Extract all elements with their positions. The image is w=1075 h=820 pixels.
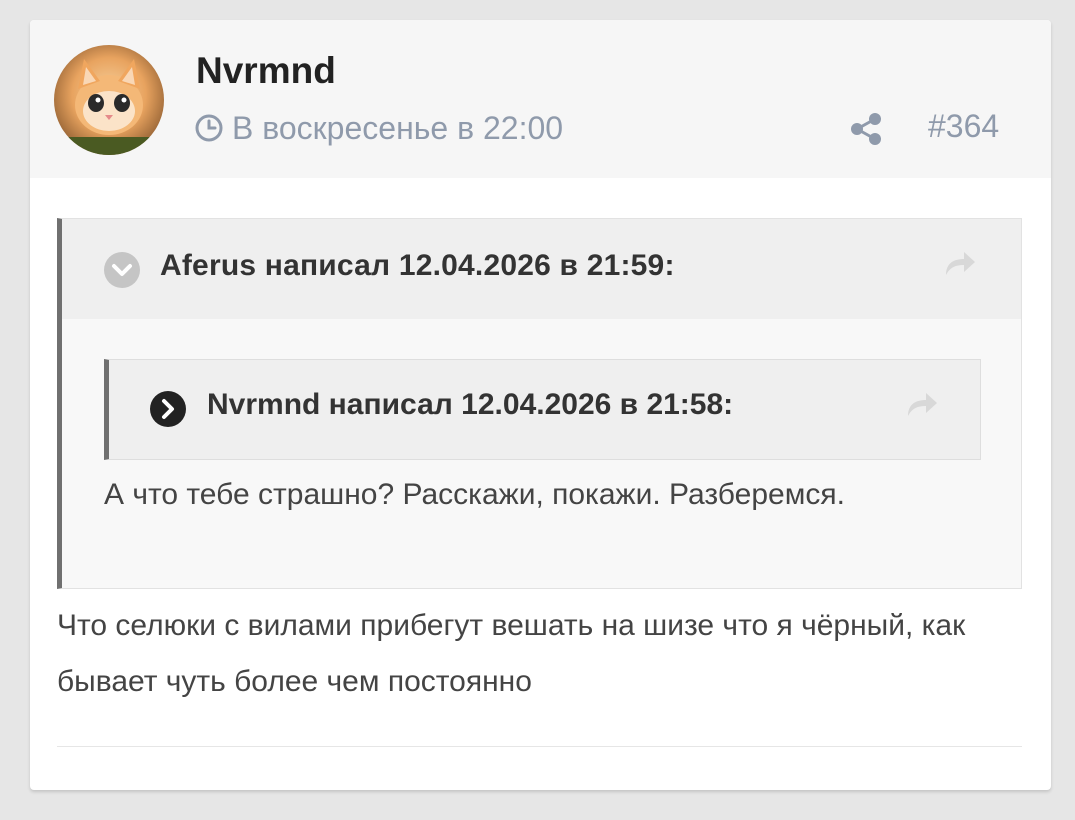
kitten-avatar-image <box>54 59 164 155</box>
post-number-link[interactable]: #364 <box>928 108 999 145</box>
clock-icon <box>194 113 224 143</box>
share-icon[interactable] <box>848 111 884 147</box>
post-time-label: В воскресенье в 22:00 <box>232 109 564 146</box>
post-time[interactable]: В воскресенье в 22:00 <box>194 108 563 148</box>
avatar[interactable] <box>54 45 164 155</box>
quote-attribution: Aferus написал 12.04.2026 в 21:59: <box>160 249 675 282</box>
chevron-right-icon[interactable] <box>149 390 187 428</box>
nested-quote-block: Nvrmnd написал 12.04.2026 в 21:58: <box>104 359 981 460</box>
goto-nested-quote-icon[interactable] <box>904 390 940 420</box>
post-footer-divider <box>57 746 1022 747</box>
expand-quote-icon[interactable] <box>103 251 141 289</box>
post-header: Nvrmnd В воскресенье в 22:00 #364 <box>30 20 1051 178</box>
nested-quote-attribution: Nvrmnd написал 12.04.2026 в 21:58: <box>207 388 734 421</box>
quote-block: Aferus написал 12.04.2026 в 21:59: Nvrmn… <box>57 218 1022 589</box>
post-card: Nvrmnd В воскресенье в 22:00 #364 Aferus… <box>30 20 1051 790</box>
goto-quote-icon[interactable] <box>942 249 978 279</box>
post-body-text: Что селюки с вилами прибегут вешать на ш… <box>57 609 966 698</box>
post-author[interactable]: Nvrmnd <box>196 50 336 92</box>
quote-text: А что тебе страшно? Расскажи, покажи. Ра… <box>104 478 845 511</box>
quote-header: Aferus написал 12.04.2026 в 21:59: <box>62 219 1021 319</box>
